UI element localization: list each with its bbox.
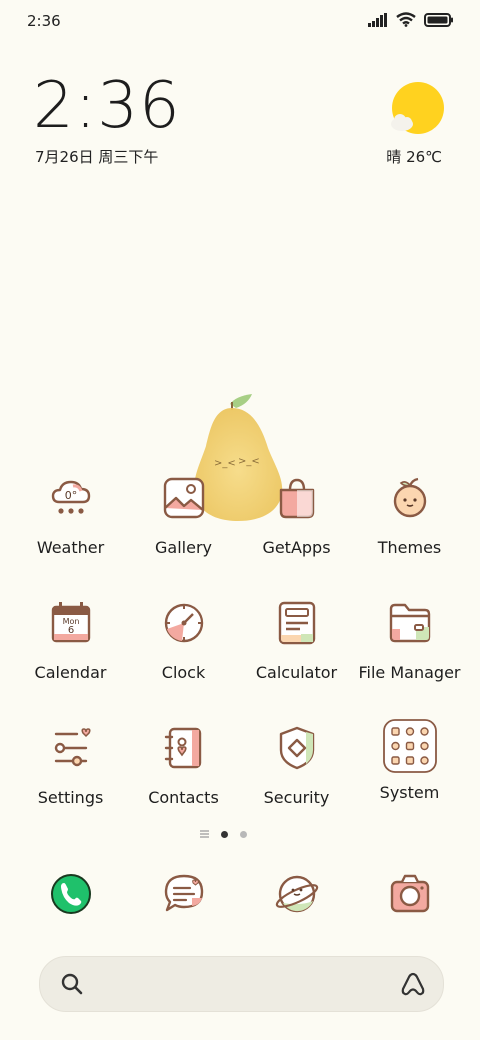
file-manager-icon: [389, 603, 430, 643]
system-folder-icon: [382, 719, 437, 773]
security-icon: [279, 726, 314, 770]
status-icons: [368, 12, 454, 27]
battery-icon: [424, 12, 453, 27]
app-label: Settings: [37, 788, 104, 807]
app-security[interactable]: Security: [240, 724, 353, 807]
app-gallery[interactable]: Gallery: [127, 474, 240, 557]
contacts-icon: [164, 727, 201, 769]
wifi-icon: [396, 12, 416, 27]
sunny-icon: [391, 82, 444, 134]
clock-widget-time[interactable]: 2:36: [33, 74, 181, 138]
app-themes[interactable]: Themes: [353, 474, 466, 557]
app-contacts[interactable]: Contacts: [127, 724, 240, 807]
clock-widget-date[interactable]: 7月26日 周三下午: [35, 146, 158, 167]
app-label: Themes: [377, 538, 442, 557]
app-label: Security: [263, 788, 330, 807]
settings-icon: [54, 728, 91, 767]
getapps-icon: [279, 478, 314, 519]
app-label: Weather: [36, 538, 105, 557]
clock-icon: [164, 603, 203, 643]
app-calculator[interactable]: Calculator: [240, 599, 353, 682]
status-time: 2:36: [27, 12, 61, 30]
svg-text:>_<: >_<: [214, 458, 236, 469]
app-settings[interactable]: Settings: [14, 724, 127, 807]
app-label: File Manager: [358, 663, 461, 682]
app-system-folder[interactable]: System: [353, 718, 466, 802]
gallery-icon: [163, 477, 204, 519]
phone-icon: [50, 874, 91, 914]
messages-icon: [164, 874, 203, 912]
calendar-icon: Mon 6: [51, 602, 90, 643]
weather-temperature: 26℃: [406, 148, 442, 166]
app-label: Clock: [161, 663, 206, 682]
search-icon[interactable]: [60, 972, 84, 996]
weather-icon: 0°: [51, 480, 90, 514]
list-view-icon[interactable]: [200, 830, 209, 838]
search-bar[interactable]: [39, 956, 444, 1012]
browser-icon: [275, 875, 318, 913]
themes-icon: [393, 477, 426, 518]
page-dot-active[interactable]: [221, 830, 228, 838]
app-weather[interactable]: 0° Weather: [14, 474, 127, 557]
app-calendar[interactable]: Mon 6 Calendar: [14, 599, 127, 682]
app-label: Gallery: [155, 538, 212, 557]
page-dot[interactable]: [240, 830, 247, 838]
dock-phone[interactable]: [14, 870, 127, 918]
svg-text:>_<: >_<: [238, 456, 260, 467]
dock-camera[interactable]: [353, 870, 466, 918]
page-indicator[interactable]: [200, 830, 247, 838]
signal-icon: [368, 12, 387, 27]
calculator-icon: [278, 601, 315, 645]
dock-messages[interactable]: [127, 870, 240, 918]
app-label: Calculator: [255, 663, 338, 682]
weather-widget-text[interactable]: 晴 26℃: [386, 146, 442, 167]
app-label: System: [379, 783, 440, 802]
app-label: Contacts: [148, 788, 219, 807]
app-label: Calendar: [34, 663, 107, 682]
weather-widget[interactable]: [388, 82, 446, 144]
app-getapps[interactable]: GetApps: [240, 474, 353, 557]
camera-icon: [390, 874, 429, 913]
assistant-icon[interactable]: [399, 970, 427, 998]
status-bar: 2:36: [0, 0, 480, 42]
dock-browser[interactable]: [240, 870, 353, 918]
svg-text:0°: 0°: [64, 489, 77, 502]
app-label: GetApps: [262, 538, 331, 557]
app-file-manager[interactable]: File Manager: [353, 599, 466, 682]
svg-text:6: 6: [67, 625, 73, 636]
weather-condition: 晴: [386, 148, 402, 166]
app-clock[interactable]: Clock: [127, 599, 240, 682]
